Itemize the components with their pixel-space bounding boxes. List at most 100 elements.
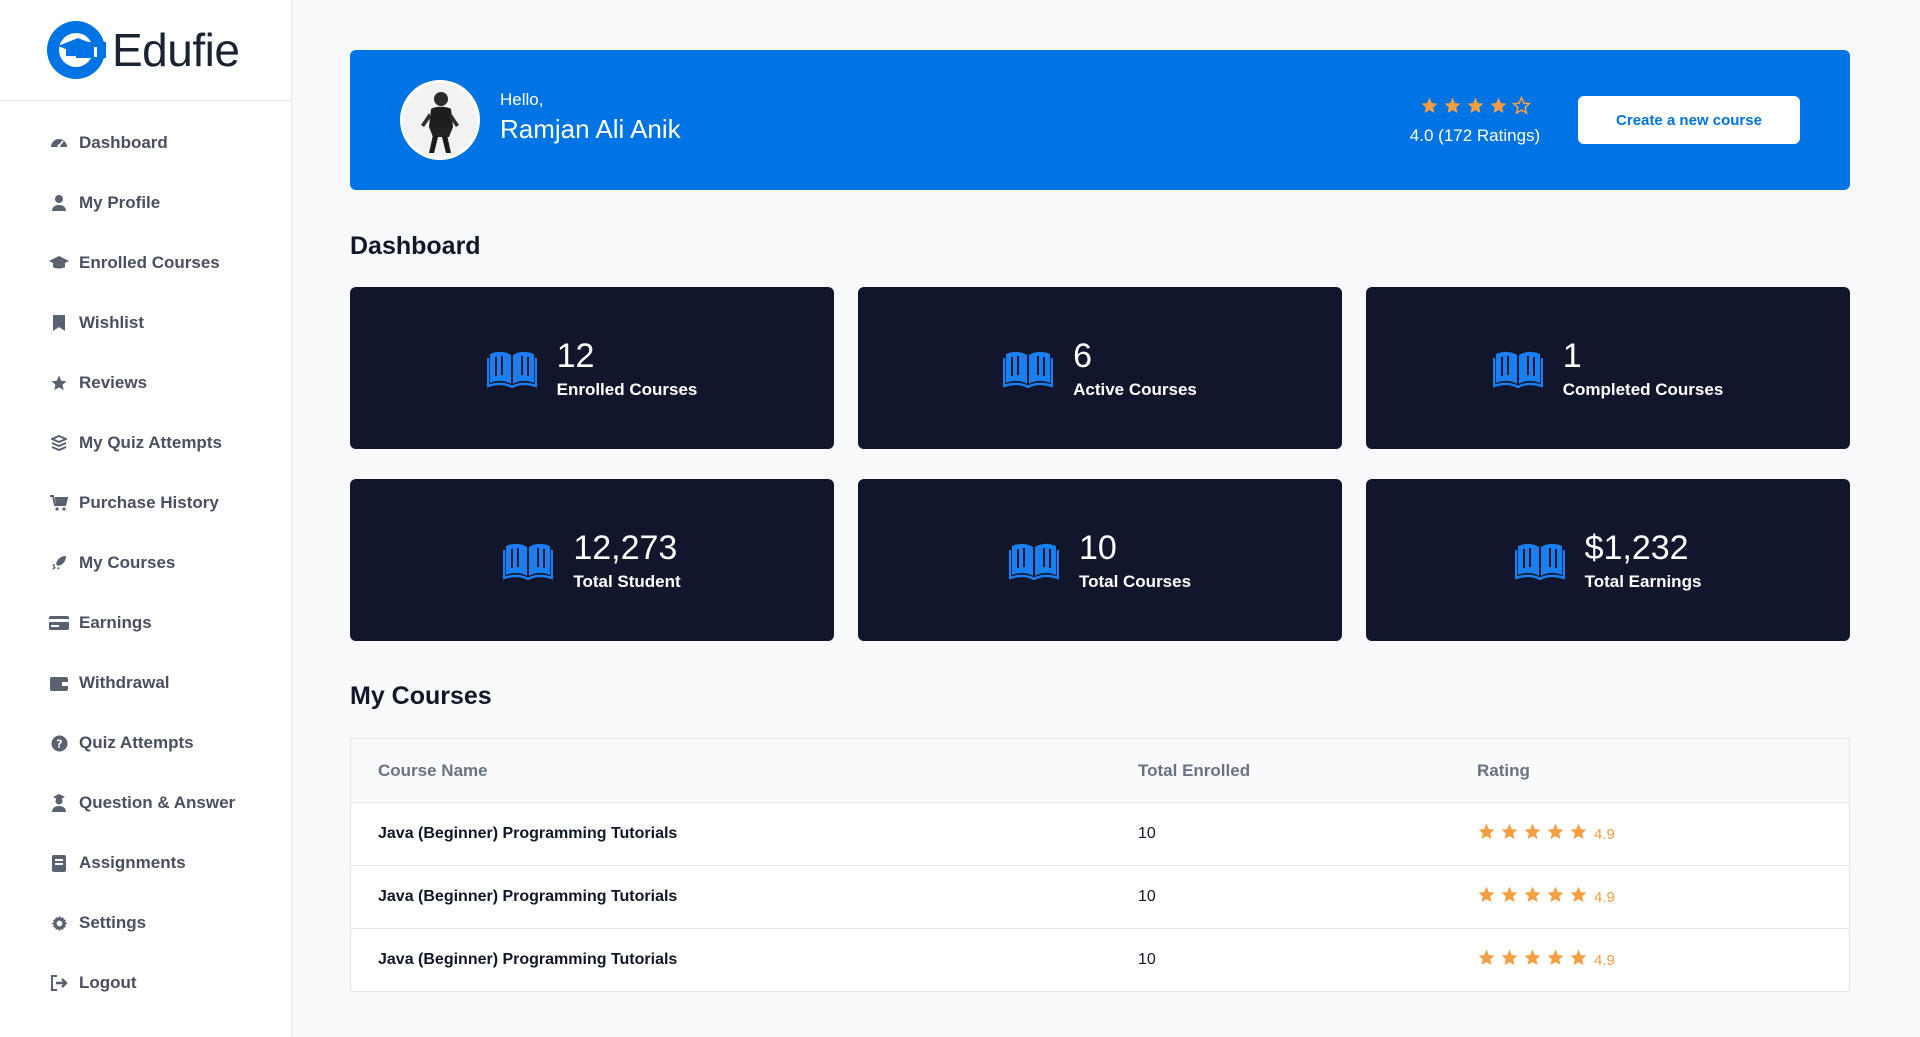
courses-table: Course Name Total Enrolled Rating Java (…	[350, 738, 1850, 992]
star-filled-icon	[1569, 822, 1588, 846]
sidebar-item-dashboard[interactable]: Dashboard	[0, 113, 291, 173]
table-row[interactable]: Java (Beginner) Programming Tutorials 10 4…	[351, 802, 1849, 865]
course-rating: 4.9	[1477, 885, 1849, 909]
question-circle-icon: ?	[49, 733, 69, 753]
my-courses-title: My Courses	[350, 682, 492, 710]
gauge-icon	[49, 133, 69, 153]
stat-value: 6	[1073, 337, 1093, 375]
sign-out-icon	[49, 973, 69, 993]
greeting: Hello,	[500, 90, 544, 109]
sidebar-item-logout[interactable]: Logout	[0, 953, 291, 1013]
rating-value: 4.9	[1594, 825, 1615, 843]
table-row[interactable]: Java (Beginner) Programming Tutorials 10 4…	[351, 928, 1849, 991]
open-book-icon	[503, 540, 554, 581]
rating-stars	[1400, 95, 1550, 120]
star-filled-icon	[1523, 885, 1542, 909]
avatar[interactable]	[400, 80, 480, 160]
star-icon	[49, 373, 69, 393]
card-icon	[49, 613, 69, 633]
rating-value: 4.9	[1594, 888, 1615, 906]
sidebar-item-my-profile[interactable]: My Profile	[0, 173, 291, 233]
stat-value: 1	[1562, 337, 1582, 375]
sidebar-item-label: My Quiz Attempts	[79, 433, 222, 452]
stat-card: 12,273 Total Student	[350, 479, 834, 641]
star-filled-icon	[1569, 948, 1588, 972]
sidebar: Edufie Dashboard My Profile Enrolled Cou…	[0, 0, 292, 1037]
cart-icon	[49, 493, 69, 513]
stat-card: 10 Total Courses	[858, 479, 1342, 641]
star-filled-icon	[1546, 822, 1565, 846]
sidebar-item-enrolled-courses[interactable]: Enrolled Courses	[0, 233, 291, 293]
sidebar-item-earnings[interactable]: Earnings	[0, 593, 291, 653]
stat-value: 12	[556, 337, 595, 375]
star-filled-icon	[1489, 96, 1508, 120]
star-filled-icon	[1500, 822, 1519, 846]
sidebar-item-quiz-attempts[interactable]: ? Quiz Attempts	[0, 713, 291, 773]
stat-text: 1 Completed Courses	[1563, 336, 1724, 400]
open-book-icon	[1008, 540, 1060, 581]
sidebar-item-my-quiz-attempts[interactable]: My Quiz Attempts	[0, 413, 291, 473]
sidebar-item-label: My Profile	[79, 193, 161, 212]
sidebar-item-settings[interactable]: Settings	[0, 893, 291, 953]
sidebar-item-label: Settings	[79, 913, 147, 932]
rating-text: 4.0 (172 Ratings)	[1409, 126, 1541, 145]
sidebar-item-assignments[interactable]: Assignments	[0, 833, 291, 893]
star-empty-icon	[1511, 95, 1531, 120]
bookmark-icon	[49, 313, 69, 333]
course-name[interactable]: Java (Beginner) Programming Tutorials	[351, 951, 1138, 969]
stat-label: Completed Courses	[1562, 380, 1724, 399]
sidebar-item-label: Wishlist	[79, 313, 145, 332]
star-filled-icon	[1500, 885, 1519, 909]
sidebar-item-label: Logout	[79, 973, 137, 992]
star-filled-icon	[1569, 885, 1588, 909]
total-enrolled: 10	[1138, 888, 1156, 905]
open-book-icon	[1514, 540, 1565, 581]
stat-content: 1 Completed Courses	[1492, 336, 1724, 400]
stat-label: Active Courses	[1073, 380, 1197, 399]
column-header-course-name[interactable]: Course Name	[351, 761, 1138, 781]
sidebar-item-my-courses[interactable]: My Courses	[0, 533, 291, 593]
graduation-cap-icon	[49, 253, 69, 273]
sidebar-item-label: Assignments	[79, 853, 186, 872]
sidebar-item-purchase-history[interactable]: Purchase History	[0, 473, 291, 533]
stat-text: 10 Total Courses	[1079, 528, 1191, 592]
user-name: Ramjan Ali Anik	[500, 114, 681, 144]
sidebar-item-question-answer[interactable]: Question & Answer	[0, 773, 291, 833]
stat-content: 10 Total Courses	[1008, 528, 1191, 592]
stat-label: Total Student	[573, 572, 681, 591]
star-filled-icon	[1443, 96, 1462, 120]
stat-content: 12 Enrolled Courses	[486, 336, 697, 400]
stat-value: 10	[1078, 529, 1117, 567]
sidebar-item-label: Reviews	[79, 373, 148, 392]
rating-value: 4.9	[1594, 951, 1615, 969]
column-header-total-enrolled[interactable]: Total Enrolled	[1138, 761, 1477, 781]
wallet-icon	[49, 673, 69, 693]
sidebar-item-label: Quiz Attempts	[79, 733, 194, 752]
column-header-rating[interactable]: Rating	[1477, 761, 1849, 781]
stat-content: 12,273 Total Student	[503, 528, 681, 592]
stats-grid: 12 Enrolled Courses 6 Active Courses 1 Comple…	[350, 287, 1850, 641]
course-name[interactable]: Java (Beginner) Programming Tutorials	[351, 825, 1138, 843]
svg-text:?: ?	[56, 737, 62, 750]
rating-cell: 4.9	[1477, 822, 1849, 846]
table-row[interactable]: Java (Beginner) Programming Tutorials 10 4…	[351, 865, 1849, 928]
sidebar-item-wishlist[interactable]: Wishlist	[0, 293, 291, 353]
rating-cell: 4.9	[1477, 885, 1849, 909]
rocket-icon	[49, 553, 69, 573]
course-name[interactable]: Java (Beginner) Programming Tutorials	[351, 888, 1138, 906]
sidebar-item-label: Question & Answer	[79, 793, 236, 812]
sidebar-item-reviews[interactable]: Reviews	[0, 353, 291, 413]
user-icon	[49, 193, 69, 213]
create-course-button[interactable]: Create a new course	[1578, 96, 1800, 144]
stat-content: $1,232 Total Earnings	[1514, 528, 1701, 592]
star-filled-icon	[1477, 822, 1496, 846]
table-body: Java (Beginner) Programming Tutorials 10 4…	[351, 802, 1849, 991]
book-icon	[49, 853, 69, 873]
logo[interactable]: Edufie	[0, 0, 291, 101]
star-filled-icon	[1477, 885, 1496, 909]
stat-value: 12,273	[573, 529, 678, 567]
total-enrolled: 10	[1138, 825, 1156, 842]
stat-label: Total Courses	[1078, 572, 1192, 591]
sidebar-item-withdrawal[interactable]: Withdrawal	[0, 653, 291, 713]
logo-icon	[46, 20, 106, 80]
